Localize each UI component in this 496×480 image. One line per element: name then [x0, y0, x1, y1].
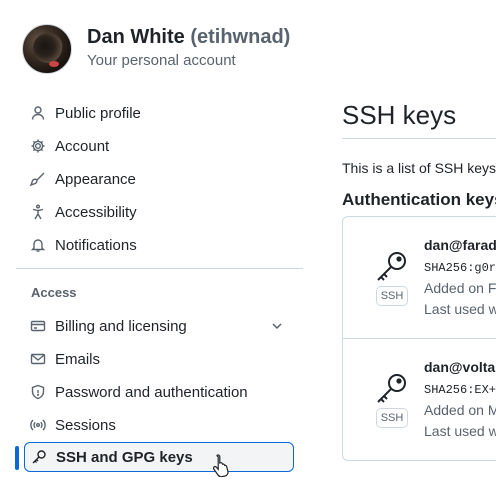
user-login: (etihwnad): [190, 26, 291, 48]
bell-icon: [30, 237, 46, 253]
key-icon: [374, 248, 410, 284]
avatar[interactable]: [22, 24, 72, 74]
ssh-badge: SSH: [376, 408, 408, 428]
sidebar-item-label: Accessibility: [55, 203, 137, 221]
title-divider: [342, 138, 496, 139]
hand-cursor-icon: [212, 453, 232, 477]
key-added-date: Added on F: [424, 280, 496, 296]
sidebar-item-emails[interactable]: Emails: [24, 344, 294, 374]
sidebar-item-notifications[interactable]: Notifications: [24, 230, 294, 260]
key-title: dan@volta: [424, 359, 496, 375]
key-fingerprint: SHA256:g0r: [424, 261, 496, 275]
broadcast-icon: [30, 417, 46, 433]
sidebar-item-appearance[interactable]: Appearance: [24, 164, 294, 194]
page-title: SSH keys: [342, 100, 457, 130]
sidebar-item-password-auth[interactable]: Password and authentication: [24, 377, 294, 407]
credit-card-icon: [30, 318, 46, 334]
sidebar-item-label: Emails: [55, 350, 101, 368]
sidebar-item-ssh-gpg-keys[interactable]: SSH and GPG keys: [24, 442, 294, 472]
sidebar-item-label: Account: [55, 137, 110, 155]
accessibility-icon: [30, 204, 46, 220]
key-title: dan@faraday: [424, 237, 496, 253]
sidebar-item-label: SSH and GPG keys: [56, 448, 193, 466]
sidebar-item-sessions[interactable]: Sessions: [24, 410, 294, 440]
user-display-name: Dan White: [87, 26, 185, 48]
page-description: This is a list of SSH keys: [342, 160, 496, 176]
sidebar-divider: [16, 268, 303, 269]
key-last-used: Last used w: [424, 423, 496, 439]
sidebar-item-billing[interactable]: Billing and licensing: [24, 311, 294, 341]
paintbrush-icon: [30, 171, 46, 187]
sidebar-item-account[interactable]: Account: [24, 131, 294, 161]
account-subtitle: Your personal account: [87, 52, 236, 69]
user-name[interactable]: Dan White (etihwnad): [87, 26, 290, 49]
person-icon: [30, 105, 46, 121]
sidebar-item-label: Billing and licensing: [55, 317, 187, 335]
key-fingerprint: SHA256:EX+: [424, 383, 496, 397]
key-added-date: Added on M: [424, 402, 496, 418]
sidebar-item-label: Sessions: [55, 416, 116, 434]
key-divider: [342, 338, 496, 339]
auth-keys-heading: Authentication keys: [342, 190, 496, 209]
key-last-used: Last used w: [424, 301, 496, 317]
gear-icon: [30, 138, 46, 154]
sidebar-item-label: Password and authentication: [55, 383, 248, 401]
sidebar-item-accessibility[interactable]: Accessibility: [24, 197, 294, 227]
ssh-badge: SSH: [376, 286, 408, 306]
mail-icon: [30, 351, 46, 367]
chevron-down-icon[interactable]: [270, 319, 284, 333]
sidebar-item-label: Public profile: [55, 104, 141, 122]
key-icon: [31, 449, 47, 465]
active-indicator: [15, 446, 19, 470]
sidebar-item-label: Appearance: [55, 170, 136, 188]
sidebar-item-label: Notifications: [55, 236, 137, 254]
section-heading-access: Access: [31, 285, 77, 300]
key-icon: [374, 370, 410, 406]
shield-lock-icon: [30, 384, 46, 400]
sidebar-item-public-profile[interactable]: Public profile: [24, 98, 294, 128]
